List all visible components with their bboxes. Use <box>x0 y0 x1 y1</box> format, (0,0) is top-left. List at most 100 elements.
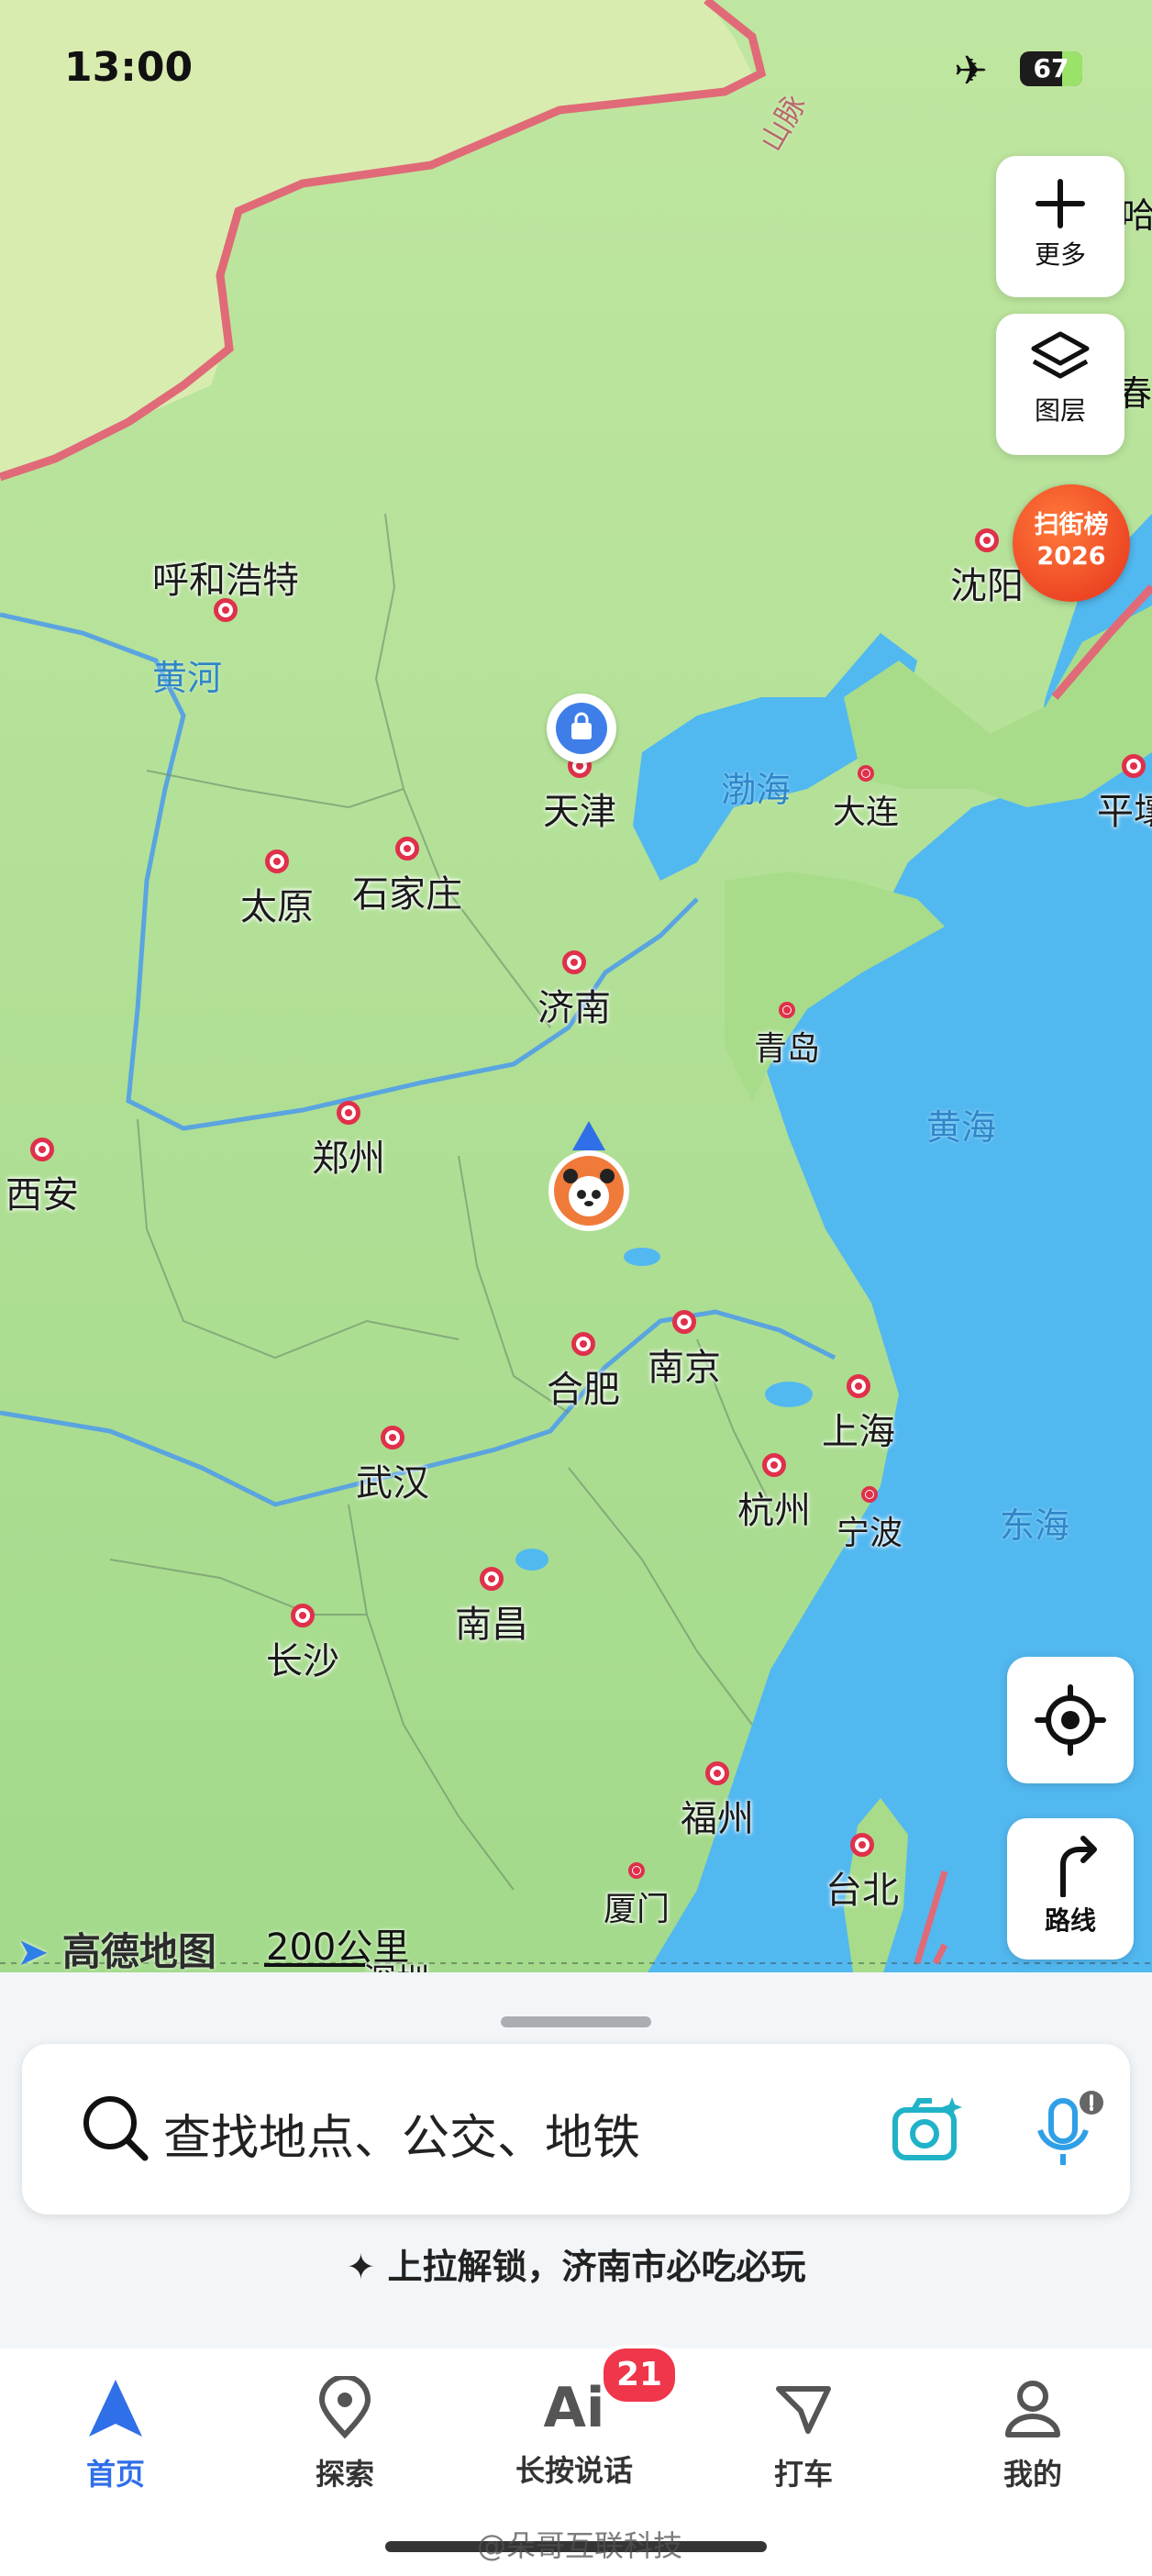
layers-label: 图层 <box>1034 395 1086 426</box>
city-label: 平壤 <box>1097 791 1152 833</box>
city-pin-icon <box>30 1138 54 1161</box>
city-pin-icon <box>480 1567 504 1591</box>
bag-icon <box>556 703 607 754</box>
more-button[interactable]: 更多 <box>996 156 1124 297</box>
city-shanghai[interactable]: 上海 <box>822 1374 895 1455</box>
direction-arrow-icon <box>548 1121 629 1231</box>
city-pin-icon <box>562 950 586 974</box>
city-label: 郑州 <box>312 1138 385 1180</box>
search-bar[interactable]: 查找地点、公交、地铁 <box>22 2044 1130 2215</box>
city-wuhan[interactable]: 武汉 <box>356 1426 429 1506</box>
plus-icon <box>1036 179 1085 228</box>
label-east-sea: 东海 <box>1000 1505 1070 1546</box>
city-label: 福州 <box>681 1798 754 1840</box>
city-dalian[interactable]: 大连 <box>833 765 899 833</box>
city-tianjin[interactable]: 天津 <box>543 754 616 835</box>
more-label: 更多 <box>1034 239 1086 270</box>
city-label: 大连 <box>832 794 900 831</box>
city-label: 济南 <box>537 987 611 1029</box>
tab-mine[interactable]: 我的 <box>941 2376 1124 2493</box>
search-icon <box>83 2096 149 2161</box>
city-zhengzhou[interactable]: 郑州 <box>312 1101 385 1182</box>
tab-label: 我的 <box>1002 2457 1062 2492</box>
camera-search-icon[interactable] <box>888 2092 965 2169</box>
city-label: 石家庄 <box>352 873 462 916</box>
city-qingdao[interactable]: 青岛 <box>754 1002 820 1070</box>
city-label: 呼和浩特 <box>152 560 299 602</box>
tab-label: 探索 <box>315 2457 374 2492</box>
city-jinan[interactable]: 济南 <box>537 950 611 1031</box>
locate-button[interactable] <box>1007 1657 1134 1783</box>
battery-level: 67 <box>1033 53 1069 83</box>
city-label: 西安 <box>6 1174 79 1216</box>
city-label: 宁波 <box>836 1515 903 1552</box>
tab-home[interactable]: 首页 <box>24 2376 207 2493</box>
city-taiyuan[interactable]: 太原 <box>240 849 314 930</box>
tab-explore[interactable]: 探索 <box>253 2374 437 2493</box>
city-taipei[interactable]: 台北 <box>825 1833 899 1914</box>
navigation-arrow-icon <box>89 2380 142 2437</box>
city-pin-icon <box>847 1374 870 1398</box>
unlock-hint[interactable]: ✦ 上拉解锁，济南市必吃必玩 <box>0 2238 1152 2289</box>
tab-label: 长按说话 <box>515 2453 633 2488</box>
sparkle-icon: ✦ <box>346 2247 376 2287</box>
city-label: 杭州 <box>737 1490 811 1532</box>
layers-icon <box>1031 331 1090 379</box>
city-xian[interactable]: 西安 <box>6 1138 79 1218</box>
city-pin-icon <box>395 837 419 861</box>
user-location-marker[interactable] <box>545 1116 633 1235</box>
city-pin-icon <box>337 1101 360 1125</box>
city-pin-icon <box>291 1604 315 1627</box>
airplane-mode-icon: ✈ <box>954 48 988 94</box>
label-bohai: 渤海 <box>721 770 792 810</box>
city-label: 武汉 <box>356 1462 429 1505</box>
city-hangzhou[interactable]: 杭州 <box>737 1453 811 1534</box>
map-logo: ➤ 高德地图 <box>17 1921 216 1977</box>
route-button[interactable]: 路线 <box>1007 1818 1134 1960</box>
city-pin-icon <box>705 1761 729 1785</box>
promo-badge[interactable]: 扫街榜 2026 <box>1013 484 1130 602</box>
city-hefei[interactable]: 合肥 <box>547 1332 620 1413</box>
city-nanjing[interactable]: 南京 <box>648 1310 721 1391</box>
city-label: 上海 <box>822 1411 895 1453</box>
label-yellow-sea: 黄海 <box>926 1107 997 1148</box>
notification-badge: 21 <box>600 2345 679 2405</box>
route-label: 路线 <box>1044 1905 1096 1936</box>
search-placeholder: 查找地点、公交、地铁 <box>163 2111 641 2166</box>
city-pin-icon <box>860 1486 878 1503</box>
promo-line2: 2026 <box>1036 542 1106 571</box>
saved-place-marker[interactable] <box>547 694 616 763</box>
city-label: 天津 <box>543 791 616 833</box>
city-fuzhou[interactable]: 福州 <box>681 1761 754 1842</box>
city-pin-icon <box>672 1310 696 1334</box>
city-nanchang[interactable]: 南昌 <box>455 1567 528 1648</box>
navigation-arrow-icon: ➤ <box>17 1929 50 1974</box>
city-pin-icon <box>571 1332 595 1356</box>
city-xiamen[interactable]: 厦门 <box>604 1862 670 1930</box>
city-ningbo[interactable]: 宁波 <box>836 1486 903 1554</box>
drag-handle[interactable] <box>501 2016 651 2027</box>
city-label: 太原 <box>240 886 314 928</box>
city-pin-icon <box>778 1002 795 1018</box>
city-pyongyang[interactable]: 平壤 <box>1097 754 1152 835</box>
city-label: 合肥 <box>547 1369 620 1411</box>
route-icon <box>1060 1836 1097 1898</box>
tab-taxi[interactable]: 打车 <box>712 2376 895 2493</box>
city-label: 长沙 <box>266 1640 339 1682</box>
promo-line1: 扫街榜 <box>1034 511 1109 539</box>
map-scale-bar <box>264 1963 365 1967</box>
city-pin-icon <box>1122 754 1146 778</box>
tab-label: 首页 <box>85 2457 145 2492</box>
voice-input-icon[interactable] <box>1027 2088 1104 2171</box>
watermark: @朵哥互联科技 <box>477 2528 683 2563</box>
map-view[interactable]: 黄河 渤海 黄海 东海 山脉 哈 春 呼和浩特 天津 沈阳 大连 太原 石家庄 … <box>0 0 1152 2055</box>
label-edge-ha: 哈 <box>1121 195 1152 236</box>
city-shijiazhuang[interactable]: 石家庄 <box>352 837 462 917</box>
layers-button[interactable]: 图层 <box>996 314 1124 455</box>
tab-label: 打车 <box>773 2457 833 2492</box>
taxi-icon <box>776 2386 831 2434</box>
city-changsha[interactable]: 长沙 <box>266 1604 339 1684</box>
city-label: 南昌 <box>455 1604 528 1646</box>
battery-indicator: 67 <box>1020 51 1082 86</box>
unlock-hint-text: 上拉解锁，济南市必吃必玩 <box>387 2247 806 2287</box>
